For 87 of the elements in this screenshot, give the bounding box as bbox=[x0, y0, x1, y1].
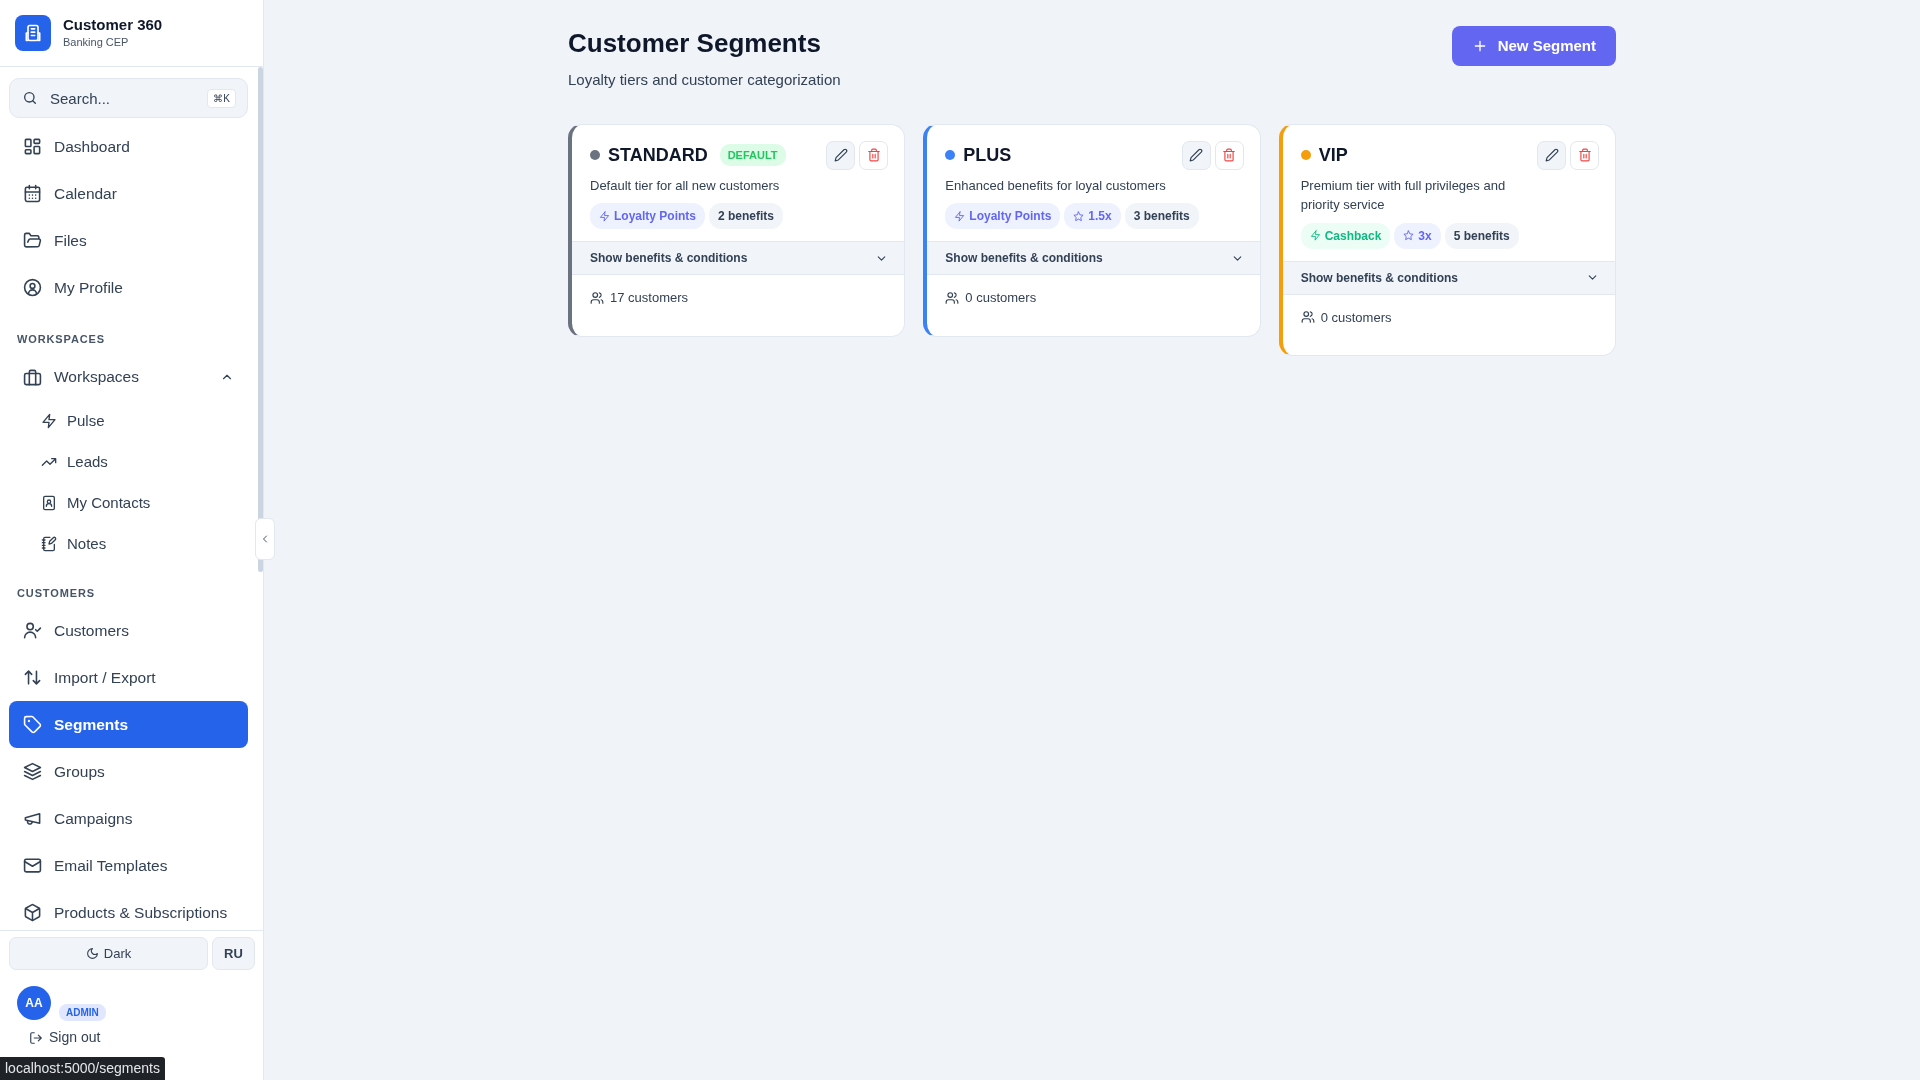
edit-button[interactable] bbox=[1537, 140, 1566, 170]
search-icon bbox=[22, 90, 38, 106]
calendar-icon bbox=[23, 184, 42, 203]
arrows-icon bbox=[23, 668, 42, 687]
briefcase-icon bbox=[23, 367, 42, 387]
shortcut-hint: ⌘K bbox=[207, 89, 236, 108]
trash-icon bbox=[1222, 148, 1237, 163]
star-icon bbox=[1403, 230, 1415, 242]
benefits-toggle[interactable]: Show benefits & conditions bbox=[572, 241, 905, 276]
segment-description: Default tier for all new customers bbox=[590, 176, 781, 195]
tag-icon bbox=[23, 715, 42, 734]
people-icon bbox=[590, 290, 604, 305]
notepad-icon bbox=[41, 536, 57, 552]
nav-link[interactable]: Leads bbox=[9, 441, 248, 483]
people-icon bbox=[1300, 310, 1315, 325]
sign-out-link[interactable]: Sign out bbox=[9, 1027, 255, 1048]
benefit-tag: Loyalty Points bbox=[945, 203, 1061, 230]
nav-link[interactable]: Products & Subscriptions bbox=[9, 889, 248, 930]
benefits-toggle[interactable]: Show benefits & conditions bbox=[1282, 260, 1615, 295]
segment-description: Enhanced benefits for loyal customers bbox=[945, 176, 1167, 195]
app-subtitle: Banking CEP bbox=[63, 34, 130, 50]
nav-link[interactable]: Calendar bbox=[9, 170, 248, 217]
default-label: DEFAULT bbox=[719, 143, 786, 167]
segment-description: Premium tier with full privileges and priority service bbox=[1300, 176, 1507, 215]
people-icon bbox=[945, 290, 960, 305]
benefit-tag: Loyalty Points bbox=[590, 203, 705, 230]
dashboard-icon bbox=[23, 137, 42, 156]
nav-link[interactable]: Customers bbox=[9, 607, 248, 654]
nav-link[interactable]: Import / Export bbox=[9, 654, 248, 701]
contact-book-icon bbox=[41, 495, 57, 511]
status-url: localhost:5000/segments bbox=[0, 1057, 165, 1080]
package-icon bbox=[23, 903, 42, 922]
nav-link[interactable]: Segments bbox=[9, 701, 248, 748]
language-button[interactable]: RU bbox=[212, 937, 255, 970]
edit-button[interactable] bbox=[1181, 140, 1211, 170]
avatar: AA bbox=[17, 986, 51, 1020]
benefit-tag: 3x bbox=[1394, 222, 1441, 249]
scrollbar[interactable] bbox=[258, 67, 263, 572]
benefit-tag: 2 benefits bbox=[709, 203, 784, 230]
benefit-tag: 3 benefits bbox=[1124, 203, 1199, 230]
lightning-icon bbox=[599, 210, 610, 222]
section-title: CUSTOMERS bbox=[16, 585, 96, 601]
segment-name: VIP bbox=[1318, 143, 1348, 167]
sign-out-icon bbox=[29, 1030, 43, 1045]
lightning-icon bbox=[41, 413, 57, 429]
moon-icon bbox=[85, 947, 99, 960]
page-title: Customer Segments bbox=[568, 28, 822, 60]
nav-link[interactable]: My Profile bbox=[9, 264, 248, 311]
nav-group[interactable]: Workspaces bbox=[9, 353, 248, 401]
person-check-icon bbox=[23, 621, 42, 640]
app-name: Customer 360 bbox=[63, 15, 163, 34]
pencil-icon bbox=[1544, 148, 1559, 163]
profile-icon bbox=[23, 278, 42, 297]
segment-name: STANDARD bbox=[608, 143, 708, 167]
nav-link[interactable]: Pulse bbox=[9, 400, 248, 442]
lightning-icon bbox=[954, 210, 966, 222]
nav-link[interactable]: Files bbox=[9, 217, 248, 264]
pencil-icon bbox=[1189, 148, 1204, 163]
folder-icon bbox=[23, 231, 42, 250]
lightning-icon bbox=[1309, 230, 1321, 242]
mail-icon bbox=[23, 856, 42, 875]
new-segment-button[interactable]: New Segment bbox=[1451, 26, 1616, 66]
customer-count: 0 customers bbox=[965, 289, 1037, 308]
theme-button[interactable]: Dark bbox=[9, 937, 208, 970]
nav-link[interactable]: Email Templates bbox=[9, 842, 248, 889]
customer-count: 17 customers bbox=[610, 289, 689, 308]
customer-count: 0 customers bbox=[1320, 308, 1392, 327]
page-subtitle: Loyalty tiers and customer categorization bbox=[568, 70, 841, 91]
nav-link[interactable]: Dashboard bbox=[9, 123, 248, 170]
nav-link[interactable]: Groups bbox=[9, 748, 248, 795]
logo-icon bbox=[15, 15, 51, 51]
segment-name: PLUS bbox=[963, 143, 1012, 167]
trash-icon bbox=[866, 148, 881, 163]
nav-link[interactable]: Notes bbox=[9, 523, 248, 565]
section-title: WORKSPACES bbox=[16, 332, 107, 347]
nav-link[interactable]: Campaigns bbox=[9, 795, 248, 842]
edit-button[interactable] bbox=[826, 140, 856, 170]
benefit-tag: 5 benefits bbox=[1444, 222, 1519, 249]
role-label: ADMIN bbox=[59, 1004, 106, 1021]
layers-icon bbox=[23, 762, 42, 781]
benefit-tag: Cashback bbox=[1300, 222, 1391, 249]
star-icon bbox=[1073, 210, 1085, 222]
nav-link[interactable]: My Contacts bbox=[9, 482, 248, 524]
pencil-icon bbox=[833, 148, 848, 163]
benefit-tag: 1.5x bbox=[1064, 203, 1121, 230]
trash-icon bbox=[1577, 148, 1592, 163]
benefits-toggle[interactable]: Show benefits & conditions bbox=[927, 241, 1260, 276]
